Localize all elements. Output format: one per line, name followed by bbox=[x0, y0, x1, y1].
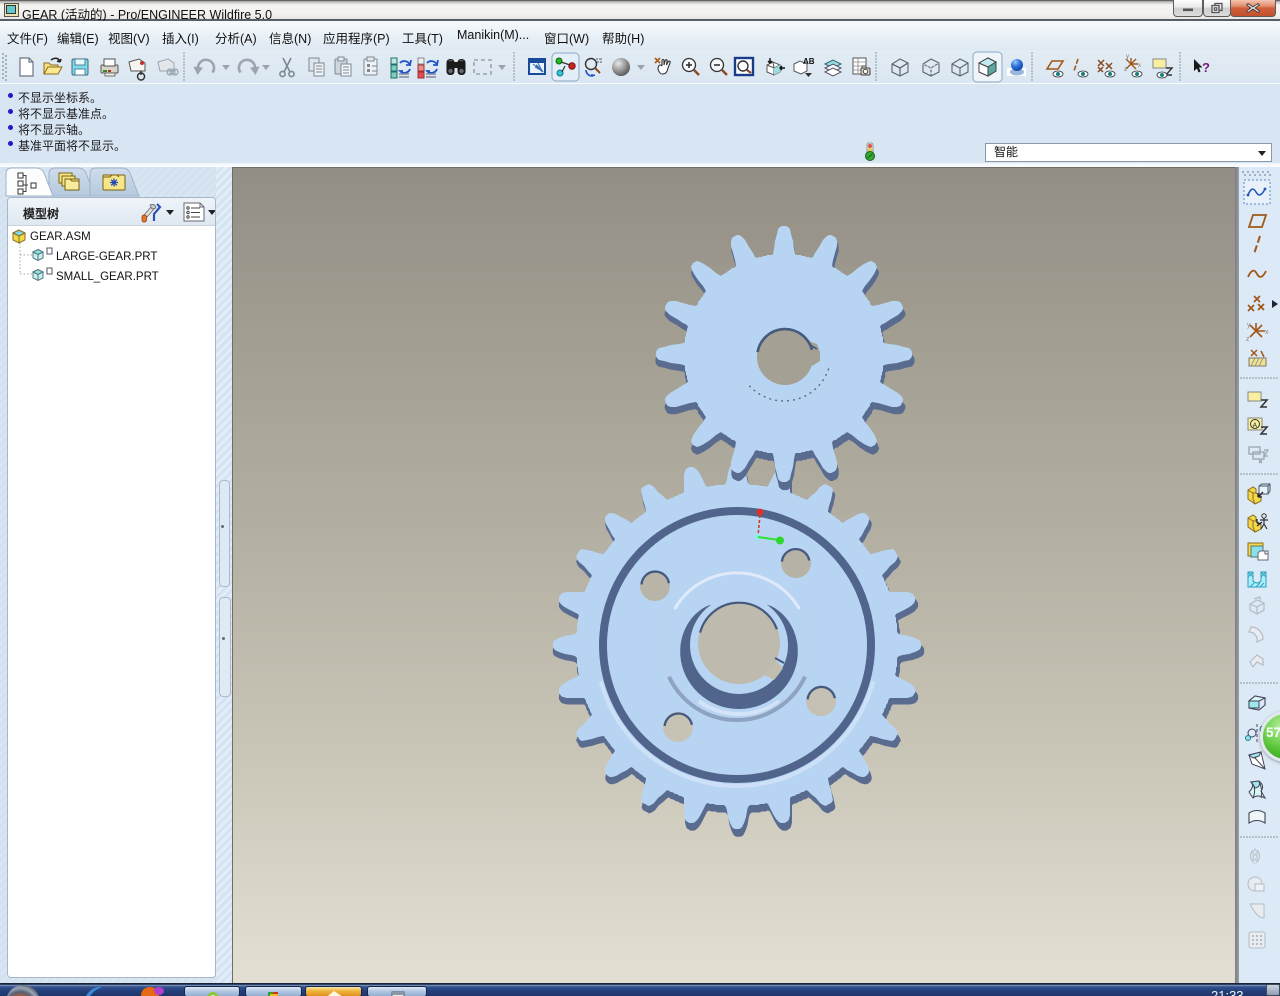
svg-text:z: z bbox=[1124, 67, 1127, 73]
svg-text:A: A bbox=[1253, 423, 1258, 430]
svg-text:x: x bbox=[1265, 329, 1269, 336]
svg-text:x: x bbox=[1138, 63, 1141, 69]
svg-text:AB: AB bbox=[803, 57, 815, 66]
svg-text:z: z bbox=[1246, 336, 1250, 343]
svg-text:y: y bbox=[1247, 322, 1251, 329]
svg-text:y: y bbox=[1126, 54, 1129, 60]
svg-text:?: ? bbox=[1202, 60, 1210, 75]
